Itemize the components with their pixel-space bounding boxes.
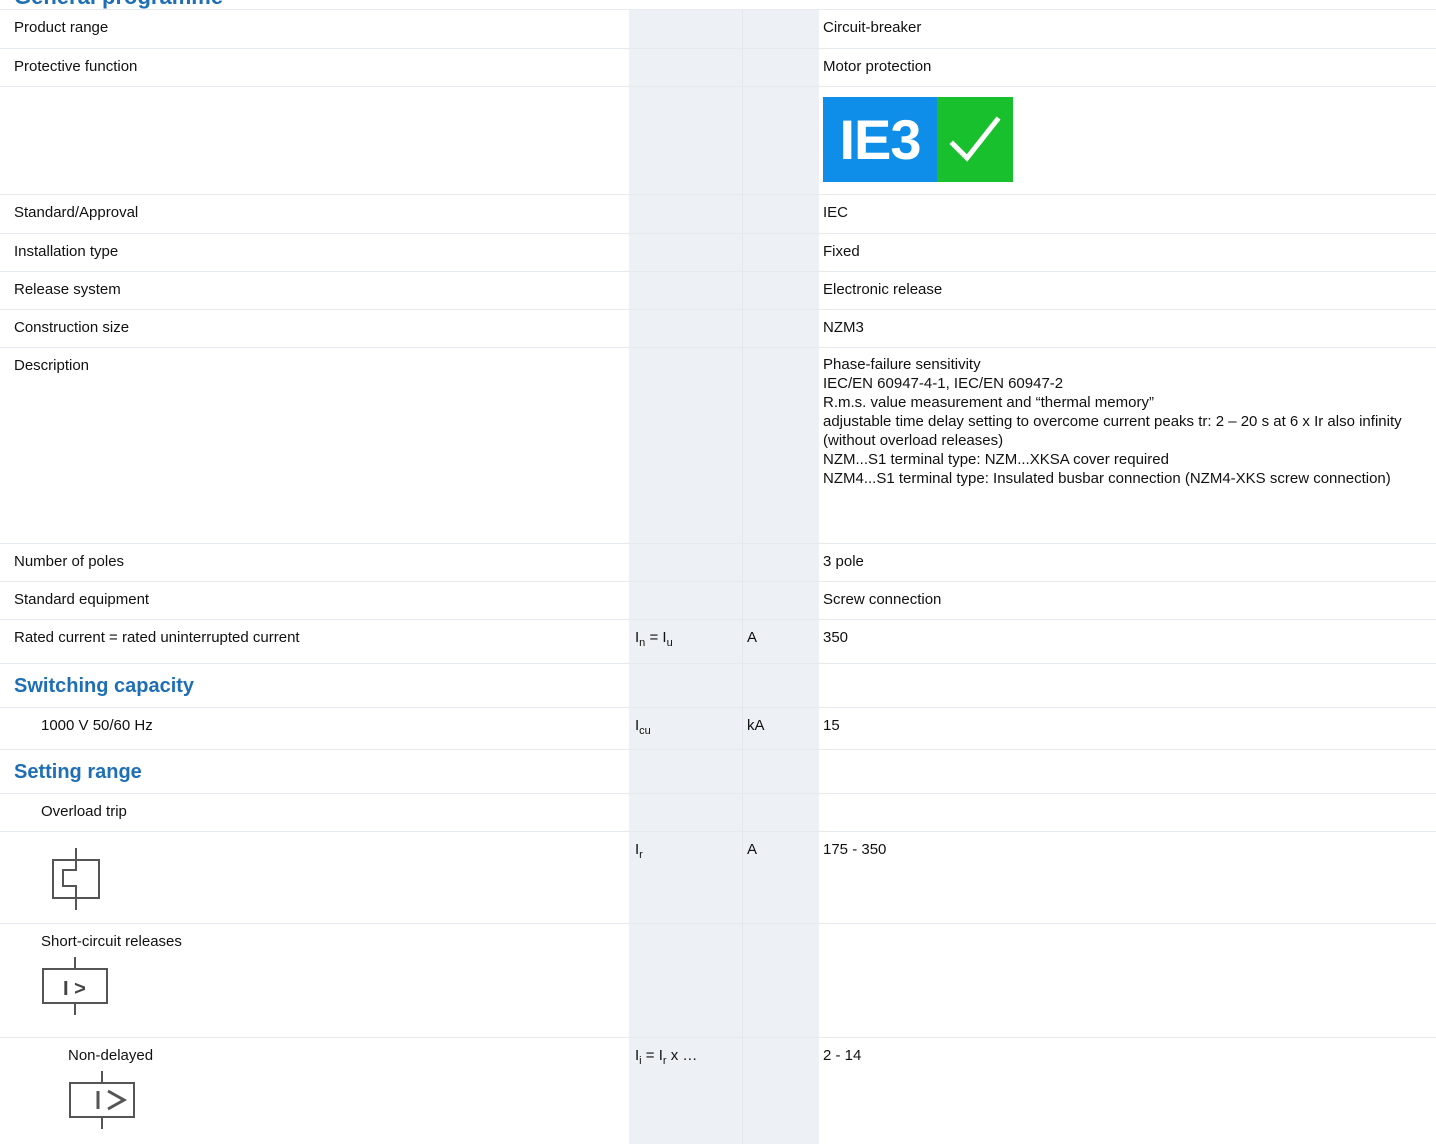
section-title-setting: Setting range — [14, 761, 142, 783]
row-value: Circuit-breaker — [823, 19, 922, 36]
table-row: Installation type Fixed — [0, 233, 1436, 272]
top-section-band: General programme — [0, 0, 1436, 9]
description-text: Phase-failure sensitivity IEC/EN 60947-4… — [819, 348, 1436, 488]
row-label: Short-circuit releases — [41, 933, 182, 950]
ie3-logo: IE3 — [823, 97, 1013, 182]
table-row: Overload trip — [0, 793, 1436, 832]
row-label: Overload trip — [41, 803, 127, 820]
row-label: Protective function — [14, 58, 138, 75]
table-row: IE3 — [0, 86, 1436, 195]
row-value: NZM3 — [823, 319, 864, 336]
description-line: adjustable time delay setting to overcom… — [823, 413, 1402, 449]
row-label: Construction size — [14, 319, 130, 336]
row-unit: A — [747, 841, 758, 858]
svg-text:I >: I > — [63, 978, 86, 1000]
check-icon — [937, 97, 1013, 182]
row-value: Screw connection — [823, 591, 942, 608]
table-row: Protective function Motor protection — [0, 48, 1436, 87]
overload-release-icon — [52, 848, 100, 910]
description-line: NZM4...S1 terminal type: Insulated busba… — [823, 470, 1391, 487]
row-value: 350 — [823, 629, 849, 646]
section-title-general: General programme — [14, 0, 223, 9]
row-symbol: In = Iu — [635, 629, 673, 649]
row-label: Rated current = rated uninterrupted curr… — [14, 629, 300, 646]
section-title-switching: Switching capacity — [14, 675, 195, 697]
row-value: Electronic release — [823, 281, 943, 298]
description-line: IEC/EN 60947-4-1, IEC/EN 60947-2 — [823, 375, 1064, 392]
row-value: IEC — [823, 204, 849, 221]
table-row: Release system Electronic release — [0, 271, 1436, 310]
row-label: Installation type — [14, 243, 119, 260]
table-row: Ir A 175 - 350 — [0, 831, 1436, 924]
table-row: Construction size NZM3 — [0, 309, 1436, 348]
row-symbol: Ir — [635, 841, 643, 861]
row-value: Motor protection — [823, 58, 932, 75]
table-row: Standard/Approval IEC — [0, 194, 1436, 234]
table-row: Standard equipment Screw connection — [0, 581, 1436, 620]
row-value: Fixed — [823, 243, 860, 260]
table-row: 1000 V 50/60 Hz Icu kA 15 — [0, 707, 1436, 750]
description-line: R.m.s. value measurement and “thermal me… — [823, 394, 1154, 411]
row-value: 2 - 14 — [823, 1047, 862, 1064]
row-symbol: Ii = Ir x … — [635, 1047, 698, 1067]
row-unit: kA — [747, 717, 765, 734]
instantaneous-release-icon — [69, 1071, 135, 1129]
description-line: NZM...S1 terminal type: NZM...XKSA cover… — [823, 451, 1169, 468]
row-unit: A — [747, 629, 758, 646]
table-row: Non-delayed Ii = Ir x … 2 - 14 — [0, 1037, 1436, 1146]
row-symbol: Icu — [635, 717, 651, 737]
row-label: Non-delayed — [68, 1047, 154, 1064]
row-label: Product range — [14, 19, 109, 36]
spec-table: Product range Circuit-breaker Protective… — [0, 9, 1436, 1146]
row-label: Standard/Approval — [14, 204, 139, 221]
row-label: Release system — [14, 281, 121, 298]
row-label: 1000 V 50/60 Hz — [41, 717, 153, 734]
row-label: Standard equipment — [14, 591, 150, 608]
ie3-logo-text: IE3 — [823, 97, 937, 182]
description-line: Phase-failure sensitivity — [823, 356, 981, 373]
table-row: Description Phase-failure sensitivity IE… — [0, 347, 1436, 544]
table-row: Number of poles 3 pole — [0, 543, 1436, 582]
row-value: 3 pole — [823, 553, 864, 570]
table-row: Rated current = rated uninterrupted curr… — [0, 619, 1436, 664]
short-circuit-release-icon: I > — [42, 957, 108, 1015]
table-row: Product range Circuit-breaker — [0, 9, 1436, 49]
row-value: 175 - 350 — [823, 841, 887, 858]
table-row: Short-circuit releases I > — [0, 923, 1436, 1038]
section-header-row: Setting range — [0, 749, 1436, 794]
row-value: 15 — [823, 717, 840, 734]
row-label: Description — [14, 357, 90, 374]
section-header-row: Switching capacity — [0, 663, 1436, 708]
row-label: Number of poles — [14, 553, 125, 570]
